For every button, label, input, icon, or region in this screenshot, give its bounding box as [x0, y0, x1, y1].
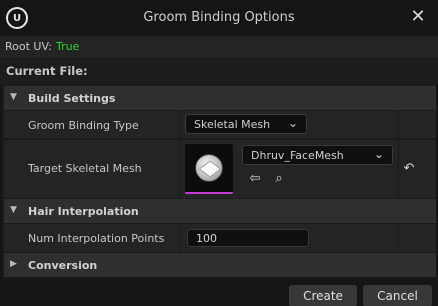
category-conversion[interactable]: ▶ Conversion	[4, 253, 436, 277]
num-interpolation-points-input[interactable]: 100	[187, 229, 309, 247]
asset-thumbnail[interactable]	[185, 144, 233, 194]
category-label: Hair Interpolation	[28, 205, 139, 218]
current-file-header: Current File:	[0, 57, 438, 84]
dropdown-value: Skeletal Mesh	[194, 118, 271, 131]
cube-icon	[198, 160, 222, 178]
category-label: Build Settings	[28, 92, 116, 105]
use-selected-asset-icon[interactable]: ⇦	[246, 170, 264, 188]
target-skeletal-mesh-label: Target Skeletal Mesh	[28, 162, 142, 175]
category-label: Conversion	[28, 259, 98, 272]
create-button[interactable]: Create	[289, 285, 357, 306]
root-uv-label: Root UV:	[5, 40, 52, 53]
close-icon[interactable]: ✕	[410, 8, 426, 26]
groom-binding-type-label: Groom Binding Type	[28, 119, 139, 132]
column-divider	[398, 140, 399, 198]
expand-arrow-icon[interactable]: ▶	[10, 259, 17, 269]
chevron-down-icon: ⌄	[373, 147, 384, 161]
num-interpolation-points-row: Num Interpolation Points 100	[4, 224, 436, 252]
reset-to-default-icon[interactable]: ↶	[400, 160, 418, 178]
column-divider	[398, 111, 399, 138]
asset-name: Dhruv_FaceMesh	[251, 149, 344, 162]
groom-binding-type-row: Groom Binding Type Skeletal Mesh ⌄	[4, 111, 436, 138]
target-skeletal-mesh-picker[interactable]: Dhruv_FaceMesh ⌄	[242, 145, 393, 165]
column-divider[interactable]	[180, 111, 181, 138]
root-uv-value: True	[56, 40, 80, 53]
dialog-footer: Create Cancel	[0, 280, 438, 306]
title-bar: U Groom Binding Options ✕	[0, 0, 438, 36]
details-panel: ▼ Build Settings Groom Binding Type Skel…	[2, 84, 436, 280]
skeletal-mesh-thumbnail-icon	[195, 154, 223, 182]
current-file-label: Current File:	[6, 64, 88, 78]
cancel-button[interactable]: Cancel	[363, 285, 432, 306]
column-divider[interactable]	[180, 140, 181, 198]
num-interpolation-points-label: Num Interpolation Points	[28, 232, 165, 245]
column-divider[interactable]	[180, 224, 181, 252]
input-value: 100	[196, 232, 217, 245]
column-divider	[398, 224, 399, 252]
expand-arrow-icon[interactable]: ▼	[10, 205, 17, 215]
category-build-settings[interactable]: ▼ Build Settings	[4, 86, 436, 110]
browse-to-asset-icon[interactable]: ⌕	[270, 170, 288, 188]
dialog-title: Groom Binding Options	[143, 10, 295, 25]
groom-binding-type-dropdown[interactable]: Skeletal Mesh ⌄	[185, 114, 307, 134]
category-hair-interpolation[interactable]: ▼ Hair Interpolation	[4, 199, 436, 223]
chevron-down-icon: ⌄	[287, 116, 298, 130]
root-uv-row: Root UV: True	[0, 36, 438, 57]
expand-arrow-icon[interactable]: ▼	[10, 92, 17, 102]
